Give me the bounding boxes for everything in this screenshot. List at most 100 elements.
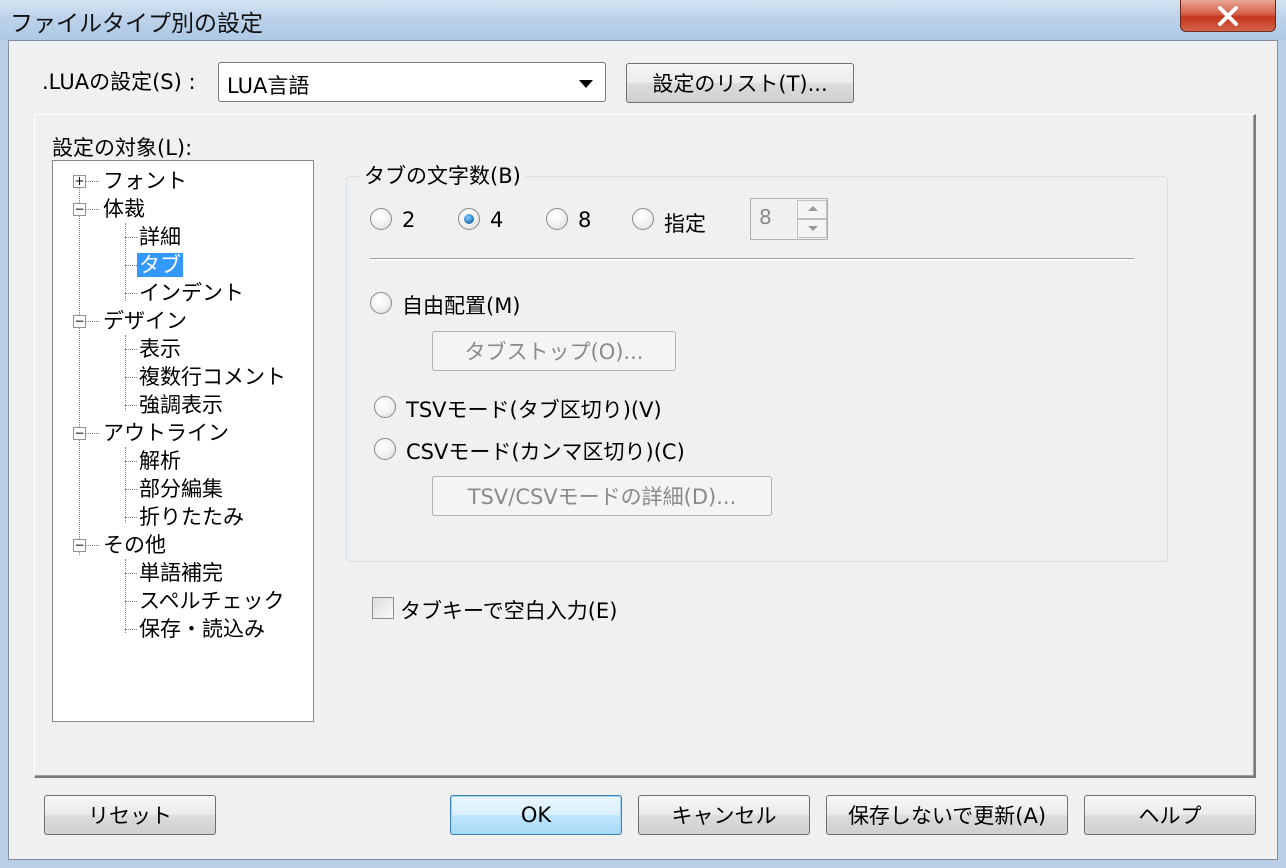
tree-line	[85, 321, 99, 322]
minus-icon[interactable]: −	[73, 315, 86, 328]
tree-line	[125, 223, 126, 301]
free-layout-label: 自由配置(M)	[402, 294, 521, 318]
tab-width-custom-label: 指定	[664, 212, 706, 236]
tree-line	[125, 447, 126, 523]
tree-line	[125, 573, 137, 574]
title-bar: ファイルタイプ別の設定	[0, 0, 1286, 40]
spin-down-icon[interactable]	[797, 219, 827, 238]
minus-icon[interactable]: −	[73, 427, 86, 440]
plus-icon[interactable]: +	[73, 175, 86, 188]
close-icon	[1218, 5, 1238, 26]
tree-item-other-save[interactable]: 保存・読込み	[139, 616, 265, 642]
tree-line	[125, 517, 137, 518]
tree-line	[125, 335, 126, 411]
tab-width-4-label: 4	[490, 208, 504, 232]
tree-item-label: タブ	[137, 253, 183, 277]
tsv-csv-detail-button[interactable]: TSV/CSVモードの詳細(D)...	[432, 476, 772, 516]
tab-width-2-label: 2	[402, 208, 416, 232]
target-label: 設定の対象(L):	[52, 136, 193, 160]
tree-item-style-tab[interactable]: タブ	[137, 252, 183, 278]
chevron-down-icon[interactable]	[579, 80, 593, 88]
file-type-combo[interactable]: LUA言語	[218, 62, 606, 102]
tree-line	[125, 461, 137, 462]
help-button[interactable]: ヘルプ	[1084, 795, 1256, 835]
tree-item-label: 解析	[139, 449, 181, 473]
tree-line	[125, 349, 137, 350]
settings-tree[interactable]: + − − − − フォント 体裁 詳細 タブ インデント デザイン 表示 複数…	[52, 160, 314, 722]
tree-item-label: 単語補完	[139, 561, 223, 585]
tree-item-label: 複数行コメント	[139, 365, 286, 389]
tabstop-button[interactable]: タブストップ(O)...	[432, 331, 676, 371]
window-title: ファイルタイプ別の設定	[10, 11, 263, 37]
tree-item-label: フォント	[103, 169, 187, 193]
tree-item-label: 保存・読込み	[139, 617, 265, 641]
tab-width-group-label: タブの文字数(B)	[360, 160, 525, 190]
tree-item-label: 体裁	[103, 197, 145, 221]
tree-item-label: スペルチェック	[139, 589, 285, 613]
tab-width-2-radio[interactable]	[370, 208, 392, 230]
tab-width-custom-radio[interactable]	[632, 208, 654, 230]
combo-value: LUA言語	[227, 74, 310, 98]
tree-item-font[interactable]: フォント	[103, 168, 187, 194]
tsv-mode-label: TSVモード(タブ区切り)(V)	[406, 398, 662, 422]
minus-icon[interactable]: −	[73, 539, 86, 552]
tree-line	[125, 489, 137, 490]
tree-item-design-highlight[interactable]: 強調表示	[139, 392, 223, 418]
tree-item-other-completion[interactable]: 単語補完	[139, 560, 223, 586]
tree-item-label: インデント	[139, 281, 244, 305]
tree-item-label: 詳細	[139, 225, 181, 249]
tree-line	[125, 265, 137, 266]
tree-item-label: 強調表示	[139, 393, 223, 417]
tree-item-design-multiline[interactable]: 複数行コメント	[139, 364, 286, 390]
free-layout-radio[interactable]	[370, 292, 392, 314]
tree-item-label: アウトライン	[103, 421, 229, 445]
tree-line	[125, 405, 137, 406]
tree-item-outline-parse[interactable]: 解析	[139, 448, 181, 474]
tree-line	[125, 237, 137, 238]
update-without-save-button[interactable]: 保存しないで更新(A)	[826, 795, 1068, 835]
tree-item-label: 表示	[139, 337, 181, 361]
csv-mode-label: CSVモード(カンマ区切り)(C)	[406, 440, 685, 464]
tab-width-8-radio[interactable]	[546, 208, 568, 230]
tree-item-outline-fold[interactable]: 折りたたみ	[139, 504, 244, 530]
file-type-label: .LUAの設定(S) :	[42, 70, 196, 94]
tab-width-8-label: 8	[578, 208, 592, 232]
csv-mode-radio[interactable]	[374, 438, 396, 460]
spin-up-icon[interactable]	[797, 200, 827, 219]
tree-line	[85, 209, 99, 210]
tree-item-design-display[interactable]: 表示	[139, 336, 181, 362]
tab-width-stepper[interactable]: 8	[750, 198, 828, 240]
tree-item-outline-partial[interactable]: 部分編集	[139, 476, 223, 502]
tree-line	[125, 377, 137, 378]
tree-line	[79, 181, 80, 555]
tree-line	[85, 545, 99, 546]
tree-line	[125, 601, 137, 602]
tsv-mode-radio[interactable]	[374, 396, 396, 418]
tab-width-stepper-value: 8	[759, 205, 772, 229]
tree-line	[125, 559, 126, 633]
close-button[interactable]	[1180, 0, 1276, 32]
tree-item-style[interactable]: 体裁	[103, 196, 145, 222]
tree-item-design[interactable]: デザイン	[103, 308, 187, 334]
tree-item-outline[interactable]: アウトライン	[103, 420, 229, 446]
tree-line	[85, 181, 99, 182]
cancel-button[interactable]: キャンセル	[638, 795, 810, 835]
tab-width-4-radio[interactable]	[458, 208, 480, 230]
settings-list-button[interactable]: 設定のリスト(T)...	[626, 63, 854, 103]
ok-button[interactable]: OK	[450, 795, 622, 835]
tree-item-label: デザイン	[103, 309, 187, 333]
tree-item-label: 部分編集	[139, 477, 223, 501]
divider	[370, 258, 1134, 260]
tab-key-space-checkbox[interactable]	[372, 597, 394, 619]
minus-icon[interactable]: −	[73, 203, 86, 216]
tree-item-label: 折りたたみ	[139, 505, 244, 529]
tree-line	[85, 433, 99, 434]
tree-item-style-detail[interactable]: 詳細	[139, 224, 181, 250]
tree-line	[125, 629, 137, 630]
tree-item-label: その他	[103, 533, 166, 557]
tree-item-other-spell[interactable]: スペルチェック	[139, 588, 285, 614]
tab-key-space-label: タブキーで空白入力(E)	[400, 599, 618, 623]
tree-item-other[interactable]: その他	[103, 532, 166, 558]
tree-item-style-indent[interactable]: インデント	[139, 280, 244, 306]
reset-button[interactable]: リセット	[44, 795, 216, 835]
